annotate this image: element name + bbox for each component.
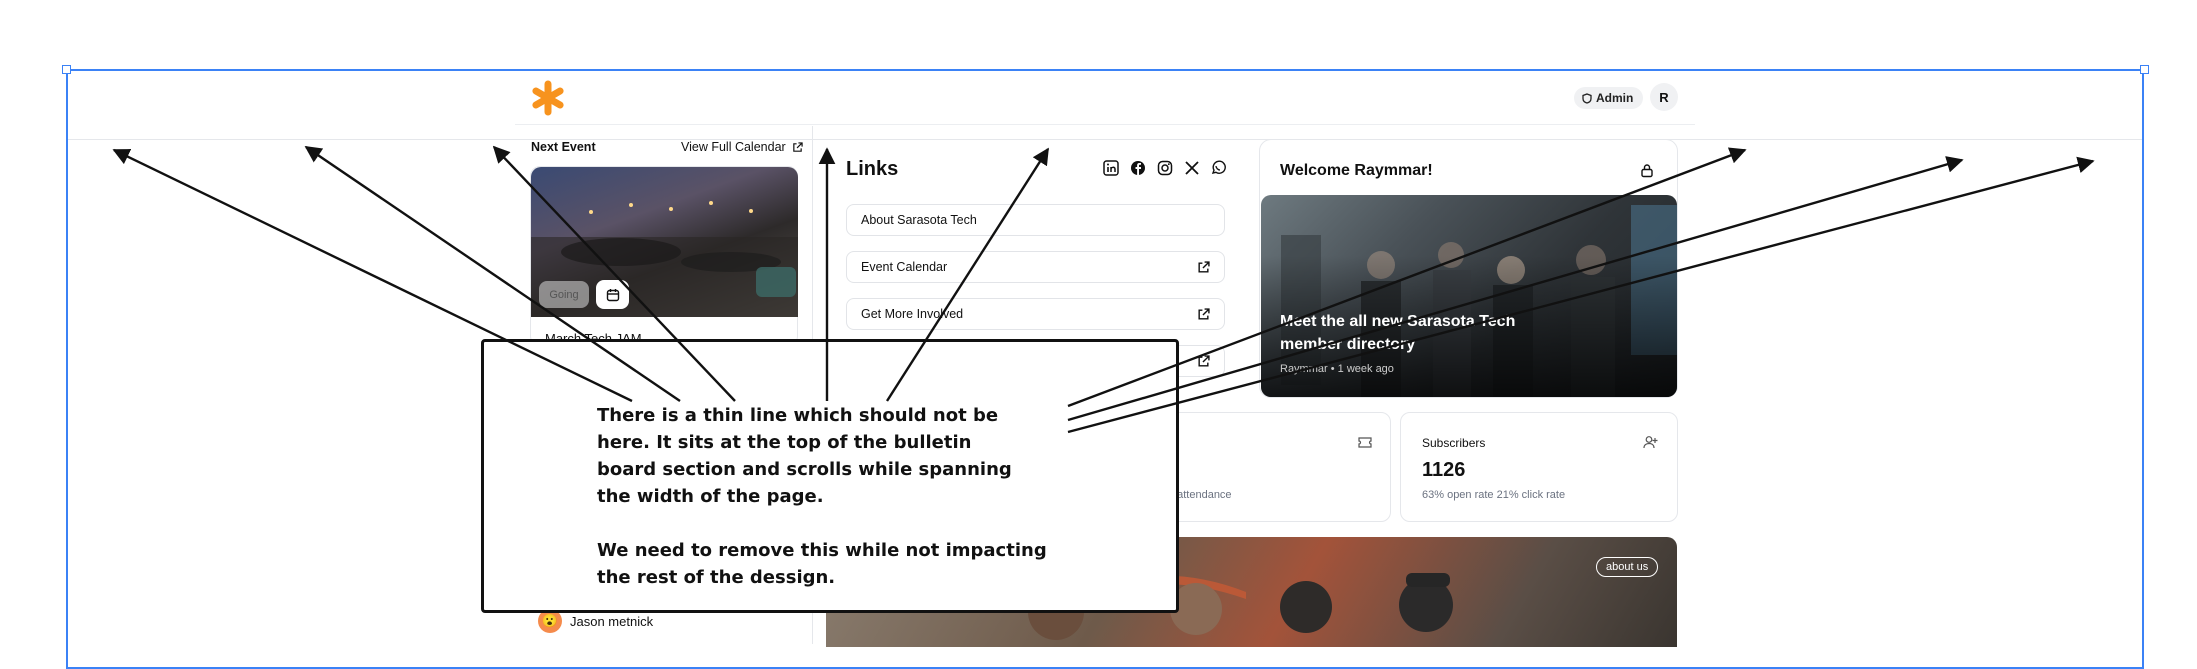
arrow: [885, 147, 1050, 402]
arrow: [1067, 156, 2095, 434]
arrow: [1067, 147, 1747, 408]
annotation-arrows: [112, 145, 2095, 434]
arrow: [492, 145, 736, 402]
arrow: [1067, 156, 1964, 422]
arrow: [112, 148, 633, 403]
arrow: [304, 146, 681, 402]
